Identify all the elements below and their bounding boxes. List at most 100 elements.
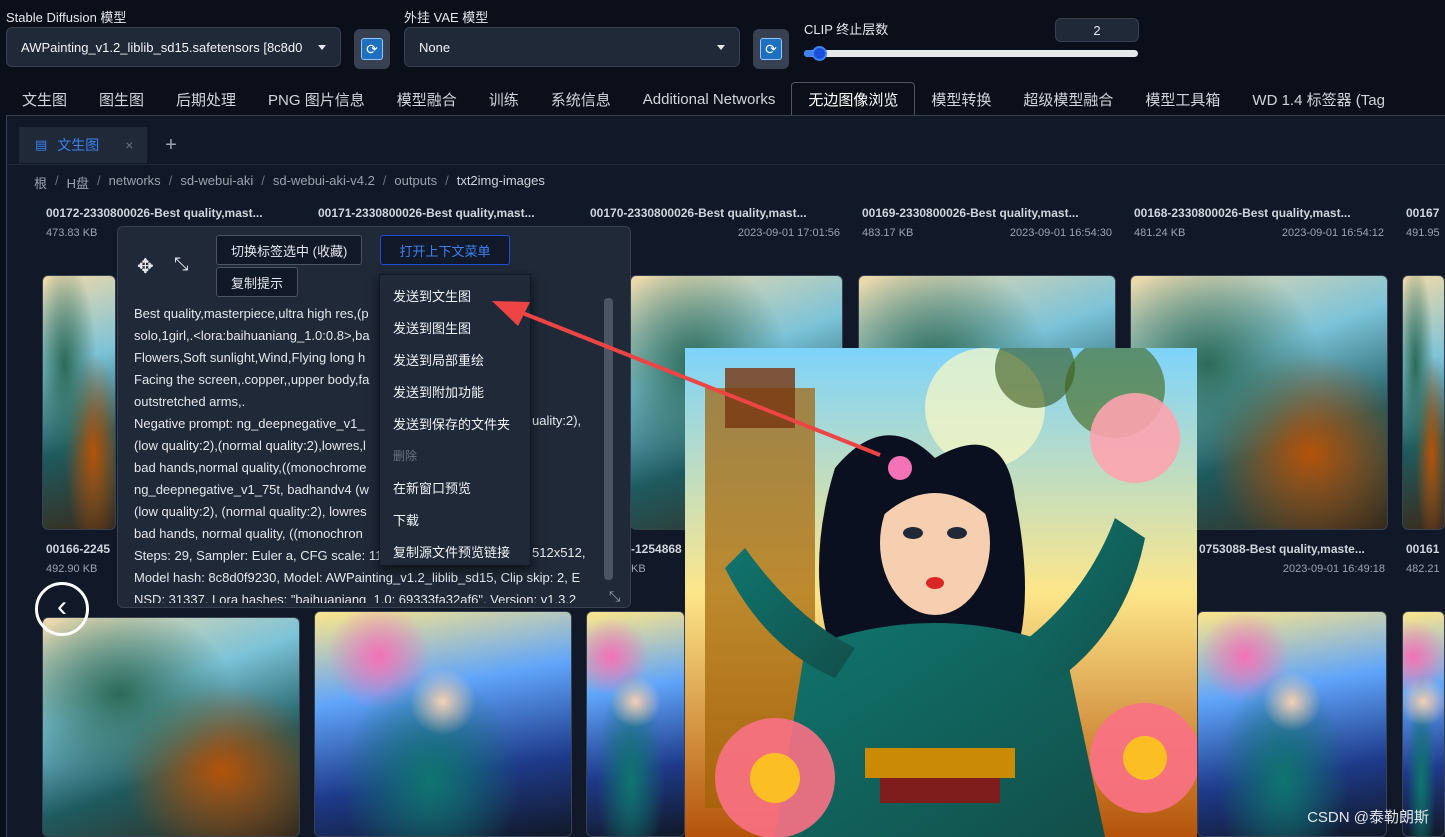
thumbnail[interactable] (586, 611, 685, 837)
vae-select[interactable]: None (404, 27, 740, 67)
context-menu-item[interactable]: 发送到保存的文件夹 (380, 407, 530, 439)
prompt-line: Flowers,Soft sunlight,Wind,Flying long h (134, 350, 366, 365)
prompt-fragment: uality:2), (532, 413, 582, 428)
tab-11[interactable]: 模型工具箱 (1129, 83, 1236, 115)
tab-9[interactable]: 模型转换 (915, 83, 1007, 115)
thumbnail[interactable] (42, 617, 300, 837)
prompt-line: (low quality:2),(normal quality:2),lowre… (134, 438, 366, 453)
prompt-fragment: 512x512, (532, 545, 586, 560)
tab-0[interactable]: 文生图 (6, 83, 83, 115)
file-name: 0753088-Best quality,maste... (1199, 542, 1365, 556)
breadcrumb-item[interactable]: txt2img-images (457, 173, 545, 192)
divider (6, 164, 1445, 165)
tab-7[interactable]: Additional Networks (627, 83, 792, 115)
file-name: 00161 (1406, 542, 1440, 556)
file-date: 2023-09-01 17:01:56 (737, 227, 840, 239)
refresh-icon: ⟳ (760, 38, 782, 60)
toggle-tag-button[interactable]: 切换标签选中 (收藏) (216, 235, 363, 265)
breadcrumb-item[interactable]: sd-webui-aki (180, 173, 253, 192)
main-tabs: 文生图 图生图 后期处理 PNG 图片信息 模型融合 训练 系统信息 Additional N… (6, 82, 1445, 116)
open-context-menu-button[interactable]: 打开上下文菜单 (380, 235, 510, 265)
image-preview (685, 348, 1197, 837)
file-name: 00172-2330800026-Best quality,mast... (46, 206, 263, 220)
watermark: CSDN @泰勒朗斯 (1307, 809, 1429, 826)
refresh-model-button[interactable]: ⟳ (354, 29, 390, 69)
file-name: 00166-2245 (46, 542, 111, 556)
thumbnail[interactable] (1197, 611, 1387, 837)
preview-artwork (685, 348, 1197, 837)
back-arrow-button[interactable]: ‹ (35, 582, 89, 636)
tab-5[interactable]: 训练 (473, 83, 535, 115)
prompt-line: NSD: 31337, Lora hashes: "baihuaniang_1.… (134, 592, 577, 603)
refresh-vae-button[interactable]: ⟳ (753, 29, 789, 69)
collapse-icon[interactable]: ⤡ (174, 254, 188, 275)
prompt-line: solo,1girl,.<lora:baihuaniang_1.0:0.8>,b… (134, 328, 370, 343)
file-name: 00171-2330800026-Best quality,mast... (318, 206, 535, 220)
prompt-line: bad hands, normal quality, ((monochron (134, 526, 363, 541)
context-menu-item[interactable]: 在新窗口预览 (380, 471, 530, 503)
prompt-line: Model hash: 8c8d0f9230, Model: AWPaintin… (134, 570, 581, 585)
sd-model-select[interactable]: AWPainting_v1.2_liblib_sd15.safetensors … (6, 27, 341, 67)
thumbnail[interactable] (314, 611, 572, 837)
sd-model-label: Stable Diffusion 模型 (6, 10, 127, 25)
prompt-line: bad hands,normal quality,((monochrome (134, 460, 367, 475)
breadcrumb-item[interactable]: networks (109, 173, 161, 192)
file-size: KB (631, 563, 646, 575)
breadcrumb-item[interactable]: H盘 (67, 173, 89, 192)
file-name: 00167 (1406, 206, 1440, 220)
file-name: -1254868 (631, 542, 682, 556)
sd-model-value: AWPainting_v1.2_liblib_sd15.safetensors … (21, 39, 303, 55)
file-meta: 491.95 (1406, 227, 1445, 239)
context-menu-item[interactable]: 发送到文生图 (380, 279, 530, 311)
tab-4[interactable]: 模型融合 (381, 83, 473, 115)
add-tab-button[interactable]: + (153, 127, 189, 163)
context-menu-item[interactable]: 复制源文件预览链接 (380, 535, 530, 567)
resize-icon[interactable]: ⤡ (609, 588, 620, 605)
clip-number-input[interactable]: 2 (1055, 18, 1139, 42)
thumbnail[interactable] (1402, 275, 1445, 530)
breadcrumb-item[interactable]: 根 (34, 173, 47, 192)
breadcrumb-item[interactable]: outputs (394, 173, 437, 192)
tab-6[interactable]: 系统信息 (535, 83, 627, 115)
file-date: 2023-09-01 16:54:30 (1009, 227, 1112, 239)
file-size: 491.95 (1406, 227, 1440, 239)
popup-scrollbar[interactable] (604, 298, 613, 580)
context-menu-item[interactable]: 下载 (380, 503, 530, 535)
breadcrumb-item[interactable]: sd-webui-aki-v4.2 (273, 173, 375, 192)
tab-10[interactable]: 超级模型融合 (1007, 83, 1129, 115)
clip-label: CLIP 终止层数 (804, 22, 889, 37)
file-date: 2023-09-01 16:54:12 (1281, 227, 1384, 239)
context-menu-item[interactable]: 发送到局部重绘 (380, 343, 530, 375)
clip-slider-thumb[interactable] (812, 46, 828, 61)
copy-prompt-button[interactable]: 复制提示 (216, 267, 299, 297)
move-icon[interactable]: ✥ (137, 254, 154, 279)
document-icon: ▤ (35, 137, 48, 152)
tab-12[interactable]: WD 1.4 标签器 (Tag (1236, 83, 1401, 115)
chevron-down-icon (318, 44, 326, 50)
file-size: 481.24 KB (1134, 227, 1186, 239)
chevron-left-icon: ‹ (57, 590, 67, 623)
context-menu-item: 删除 (393, 448, 418, 463)
browser-subtab-txt2img[interactable]: ▤ 文生图 × (19, 127, 147, 163)
thumbnail[interactable] (1402, 611, 1445, 837)
file-size: 483.17 KB (862, 227, 914, 239)
prompt-line: Facing the screen,.copper,,upper body,fa (134, 372, 370, 387)
thumbnail[interactable] (42, 275, 116, 530)
file-size: 492.90 KB (46, 563, 98, 575)
subtab-label: 文生图 (57, 137, 100, 153)
close-icon[interactable]: × (125, 137, 133, 153)
context-menu-item[interactable]: 发送到附加功能 (380, 375, 530, 407)
clip-slider-track[interactable] (804, 46, 1138, 61)
breadcrumb-separator: / (382, 173, 387, 188)
tab-1[interactable]: 图生图 (83, 83, 160, 115)
tab-2[interactable]: 后期处理 (160, 83, 252, 115)
tab-8[interactable]: 无边图像浏览 (791, 82, 916, 115)
file-name: 00168-2330800026-Best quality,mast... (1134, 206, 1351, 220)
context-menu-item[interactable]: 发送到图生图 (380, 311, 530, 343)
tab-3[interactable]: PNG 图片信息 (252, 83, 381, 115)
prompt-line: Best quality,masterpiece,ultra high res,… (134, 306, 369, 321)
vae-value: None (419, 39, 451, 55)
breadcrumb-separator: / (261, 173, 265, 188)
prompt-line: (low quality:2), (normal quality:2), low… (134, 504, 367, 519)
prompt-line: ng_deepnegative_v1_75t, badhandv4 (w (134, 482, 369, 497)
